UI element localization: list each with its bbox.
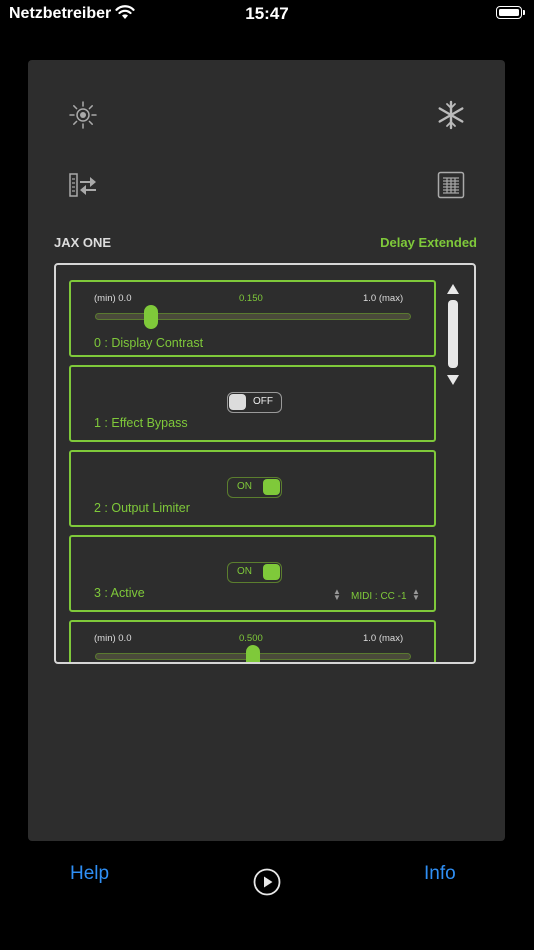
toggle-knob [263,564,280,580]
parameter-name: 0 : Display Contrast [94,336,204,350]
slider-value: 0.500 [239,633,263,644]
slider-min-label: (min) 0.0 [94,633,132,644]
help-button[interactable]: Help [70,863,109,885]
slider-track[interactable] [95,313,411,320]
editor-panel: JAX ONE Delay Extended (min) 0.0 0.150 1… [28,60,505,841]
parameter-card-effect-bypass: OFF 1 : Effect Bypass [69,365,436,442]
status-time: 15:47 [245,4,289,23]
active-toggle[interactable]: ON [227,562,282,583]
slider-max-label: 1.0 (max) [363,293,404,304]
parameter-name: 1 : Effect Bypass [94,416,188,430]
slider-value: 0.150 [239,293,263,304]
parameter-card-output-limiter: ON 2 : Output Limiter [69,450,436,527]
info-button[interactable]: Info [424,863,456,885]
transfer-icon[interactable] [68,170,98,200]
parameter-card-display-contrast: (min) 0.0 0.150 1.0 (max) 0 : Display Co… [69,280,436,357]
midi-assignment[interactable]: MIDI : CC -1 [351,591,407,602]
device-name: JAX ONE [54,235,112,250]
slider-thumb[interactable] [143,305,158,329]
scroll-up-icon[interactable] [446,283,460,295]
preset-name: Delay Extended [380,235,477,250]
output-limiter-toggle[interactable]: ON [227,477,282,498]
scroll-thumb[interactable] [448,300,458,368]
slider-thumb[interactable] [246,645,260,662]
scroll-down-icon[interactable] [446,374,460,386]
parameter-card-slider: (min) 0.0 0.500 1.0 (max) [69,620,436,662]
parameter-list[interactable]: (min) 0.0 0.150 1.0 (max) 0 : Display Co… [54,263,476,664]
list-view-icon[interactable] [436,170,466,200]
slider-max-label: 1.0 (max) [363,633,404,644]
toggle-knob [229,394,246,410]
toggle-state: ON [237,566,252,577]
effect-bypass-toggle[interactable]: OFF [227,392,282,413]
snowflake-icon[interactable] [436,100,466,130]
toggle-state: OFF [253,396,273,407]
toggle-state: ON [237,481,252,492]
toggle-knob [263,479,280,495]
parameter-card-active: ON 3 : Active ▲ ▼ MIDI : CC -1 ▲ ▼ [69,535,436,612]
sun-icon[interactable] [68,100,98,130]
battery-icon [496,6,525,19]
status-bar: Netzbetreiber 15:47 [0,0,534,30]
play-icon[interactable] [253,868,281,896]
parameter-name: 2 : Output Limiter [94,501,190,515]
parameter-name: 3 : Active [94,586,145,600]
midi-stepper-icon[interactable]: ▲ ▼ [412,588,420,602]
midi-stepper-icon[interactable]: ▲ ▼ [333,588,341,602]
slider-min-label: (min) 0.0 [94,293,132,304]
